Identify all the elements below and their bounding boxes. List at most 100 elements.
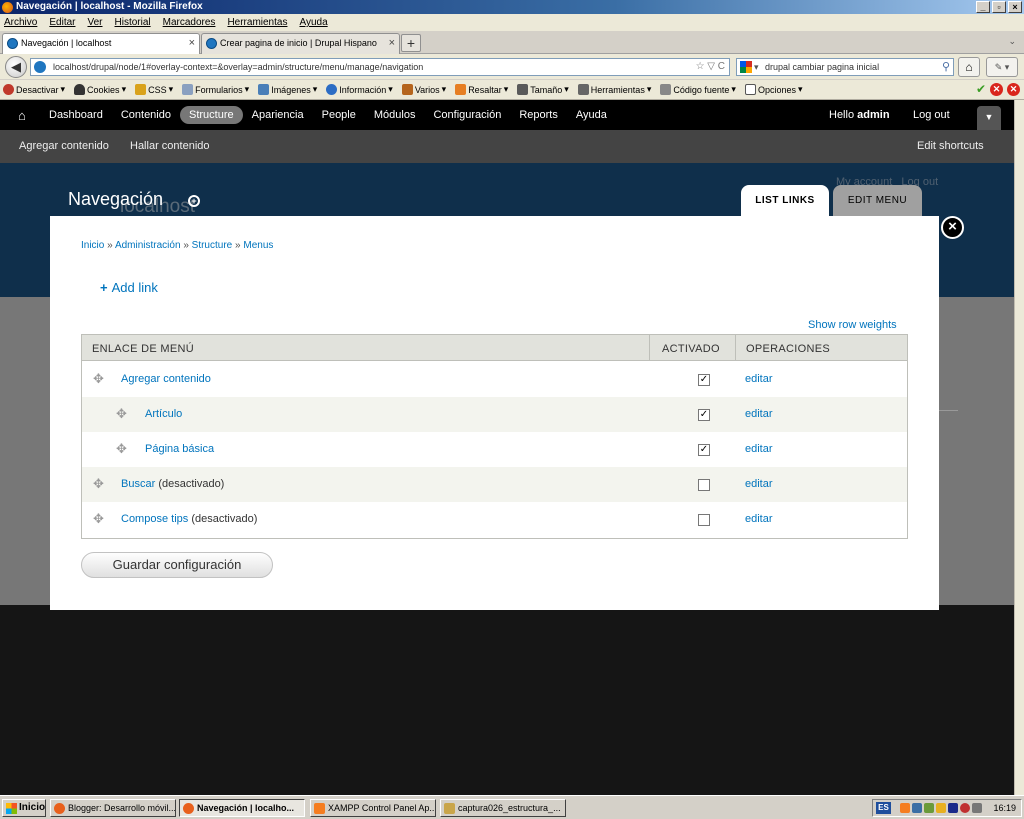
home-button[interactable]: ⌂	[958, 57, 980, 77]
extensions-button[interactable]: ✎ ▾	[986, 57, 1018, 77]
search-icon[interactable]: ⚲	[942, 59, 950, 75]
shortcut-add-content[interactable]: Agregar contenido	[19, 140, 109, 152]
drag-handle-icon[interactable]: ✥	[116, 442, 127, 455]
enabled-checkbox[interactable]: ✓	[698, 409, 710, 421]
folder-icon[interactable]	[936, 803, 946, 813]
maximize-button[interactable]: ▫	[992, 1, 1006, 13]
devbar-herramientas[interactable]: Herramientas ▾	[577, 84, 651, 95]
menu-link-buscar[interactable]: Buscar	[121, 478, 155, 490]
task-blogger[interactable]: Blogger: Desarrollo móvil...	[50, 799, 176, 817]
xampp-tray-icon[interactable]	[900, 803, 910, 813]
toolbar-drawer-toggle[interactable]: ▼	[977, 106, 1001, 130]
vertical-scrollbar[interactable]	[1014, 100, 1024, 795]
menu-link-compose-tips[interactable]: Compose tips	[121, 513, 188, 525]
breadcrumb-administracion[interactable]: Administración	[115, 240, 181, 251]
drag-handle-icon[interactable]: ✥	[93, 372, 104, 385]
edit-link[interactable]: editar	[745, 373, 773, 385]
devbar-cookies[interactable]: Cookies ▾	[74, 84, 126, 95]
tab-navegacion[interactable]: Navegación | localhost ×	[2, 33, 200, 54]
drag-handle-icon[interactable]: ✥	[93, 477, 104, 490]
menu-ayuda[interactable]: Ayuda	[299, 17, 327, 28]
menu-editar[interactable]: Editar	[49, 17, 75, 28]
drag-handle-icon[interactable]: ✥	[93, 512, 104, 525]
close-window-button[interactable]: ×	[1008, 1, 1022, 13]
toolbar-ayuda[interactable]: Ayuda	[567, 106, 616, 124]
devbar-informacion[interactable]: Información ▾	[326, 84, 393, 95]
menu-marcadores[interactable]: Marcadores	[163, 17, 216, 28]
breadcrumb-structure[interactable]: Structure	[192, 240, 233, 251]
edit-shortcuts-link[interactable]: Edit shortcuts	[917, 140, 984, 152]
bookmark-star-icon[interactable]: ☆ ▽ C	[696, 59, 725, 75]
enabled-checkbox[interactable]: ✓	[698, 374, 710, 386]
task-navegacion[interactable]: Navegación | localho...	[179, 799, 305, 817]
volume-icon[interactable]	[972, 803, 982, 813]
shortcut-find-content[interactable]: Hallar contenido	[130, 140, 210, 152]
url-bar[interactable]: localhost/drupal/node/1#overlay-context=…	[30, 58, 730, 76]
tab-list-icon[interactable]: ⌄	[1008, 36, 1016, 47]
security-icon[interactable]	[924, 803, 934, 813]
menu-link-pagina-basica[interactable]: Página básica	[145, 443, 214, 455]
search-engine-dropdown-icon[interactable]: ▾	[754, 59, 759, 75]
devbar-codigo-fuente[interactable]: Código fuente ▾	[660, 84, 736, 95]
add-to-shortcuts-icon[interactable]: +	[188, 195, 200, 207]
tab-list-links[interactable]: LIST LINKS	[741, 185, 829, 217]
devbar-varios[interactable]: Varios ▾	[401, 84, 446, 95]
close-toolbar-icon[interactable]: ✕	[1007, 83, 1020, 96]
devbar-desactivar[interactable]: Desactivar ▾	[3, 84, 65, 95]
menu-herramientas[interactable]: Herramientas	[227, 17, 287, 28]
menu-ver[interactable]: Ver	[87, 17, 102, 28]
tab-drupal-hispano[interactable]: Crear pagina de inicio | Drupal Hispano …	[201, 33, 400, 54]
edit-link[interactable]: editar	[745, 408, 773, 420]
tab-edit-menu[interactable]: EDIT MENU	[833, 185, 922, 217]
enabled-checkbox[interactable]	[698, 479, 710, 491]
start-button[interactable]: Inicio	[2, 799, 46, 817]
new-tab-button[interactable]: +	[401, 34, 421, 52]
menu-archivo[interactable]: Archivo	[4, 17, 37, 28]
media-player-icon[interactable]	[948, 803, 958, 813]
error-icon[interactable]: ✕	[990, 83, 1003, 96]
antivirus-icon[interactable]	[960, 803, 970, 813]
close-overlay-icon[interactable]: ×	[941, 216, 964, 239]
save-configuration-button[interactable]: Guardar configuración	[81, 552, 273, 578]
menu-historial[interactable]: Historial	[115, 17, 151, 28]
show-row-weights-link[interactable]: Show row weights	[808, 319, 897, 331]
validation-check-icon[interactable]: ✔	[976, 83, 986, 96]
toolbar-dashboard[interactable]: Dashboard	[40, 106, 112, 124]
network-icon[interactable]	[912, 803, 922, 813]
menu-link-agregar-contenido[interactable]: Agregar contenido	[121, 373, 211, 385]
search-box[interactable]: ▾ drupal cambiar pagina inicial ⚲	[736, 58, 954, 76]
username[interactable]: admin	[857, 109, 889, 121]
home-icon[interactable]: ⌂	[18, 108, 26, 123]
edit-link[interactable]: editar	[745, 478, 773, 490]
minimize-button[interactable]: _	[976, 1, 990, 13]
toolbar-reports[interactable]: Reports	[510, 106, 567, 124]
toolbar-contenido[interactable]: Contenido	[112, 106, 180, 124]
edit-link[interactable]: editar	[745, 513, 773, 525]
menu-link-articulo[interactable]: Artículo	[145, 408, 182, 420]
devbar-tamano[interactable]: Tamaño ▾	[517, 84, 569, 95]
devbar-css[interactable]: CSS ▾	[135, 84, 173, 95]
logout-link[interactable]: Log out	[913, 109, 950, 121]
language-indicator[interactable]: ES	[876, 802, 891, 814]
devbar-opciones[interactable]: Opciones ▾	[744, 84, 803, 95]
task-captura[interactable]: captura026_estructura_...	[440, 799, 566, 817]
enabled-checkbox[interactable]: ✓	[698, 444, 710, 456]
toolbar-people[interactable]: People	[313, 106, 365, 124]
toolbar-modulos[interactable]: Módulos	[365, 106, 425, 124]
toolbar-structure[interactable]: Structure	[179, 106, 243, 124]
devbar-imagenes[interactable]: Imágenes ▾	[258, 84, 317, 95]
add-link-button[interactable]: + Add link	[100, 280, 158, 295]
breadcrumb-inicio[interactable]: Inicio	[81, 240, 104, 251]
devbar-resaltar[interactable]: Resaltar ▾	[455, 84, 508, 95]
toolbar-apariencia[interactable]: Apariencia	[243, 106, 313, 124]
enabled-checkbox[interactable]	[698, 514, 710, 526]
breadcrumb-menus[interactable]: Menus	[243, 240, 273, 251]
task-xampp[interactable]: XAMPP Control Panel Ap...	[310, 799, 436, 817]
close-tab-icon[interactable]: ×	[189, 34, 195, 53]
drag-handle-icon[interactable]: ✥	[116, 407, 127, 420]
close-tab-icon[interactable]: ×	[389, 34, 395, 53]
toolbar-configuracion[interactable]: Configuración	[424, 106, 510, 124]
edit-link[interactable]: editar	[745, 443, 773, 455]
back-button[interactable]: ◀	[5, 56, 27, 78]
devbar-formularios[interactable]: Formularios ▾	[182, 84, 249, 95]
